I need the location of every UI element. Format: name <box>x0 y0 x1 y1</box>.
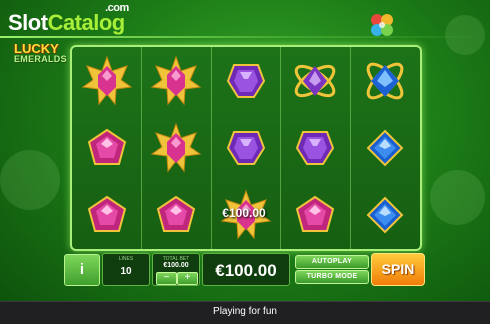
balance-panel: €100.00 <box>202 253 290 286</box>
pink-gem-symbol <box>72 114 141 181</box>
blue-atom-symbol <box>350 47 419 114</box>
spin-button[interactable]: SPIN <box>371 253 425 286</box>
turbo-mode-button[interactable]: TURBO MODE <box>295 270 369 284</box>
status-text: Playing for fun <box>213 306 277 317</box>
game-logo-subtitle: EMERALDS <box>14 54 67 64</box>
atom-symbol <box>281 47 350 114</box>
purple-gem-symbol <box>281 114 350 181</box>
info-button[interactable]: i <box>64 254 100 286</box>
site-logo-suffix: .com <box>105 2 129 14</box>
purple-gem-symbol <box>211 47 280 114</box>
game-logo: LUCKY EMERALDS <box>14 42 67 65</box>
site-logo-main: Slot <box>8 10 48 35</box>
reel-column <box>72 47 142 249</box>
star-symbol <box>72 47 141 114</box>
purple-gem-symbol <box>211 114 280 181</box>
bokeh-light <box>430 170 485 225</box>
pink-gem-symbol <box>72 181 141 248</box>
win-amount-label: €100.00 <box>222 206 266 220</box>
lines-value: 10 <box>120 266 132 277</box>
lines-panel: LINES 10 <box>102 253 150 286</box>
star-symbol <box>142 114 211 181</box>
clover-icon <box>371 14 393 36</box>
total-bet-value: €100.00 <box>163 262 189 269</box>
lines-label: LINES <box>118 256 134 262</box>
reel-grid <box>70 45 422 251</box>
autoplay-button[interactable]: AUTOPLAY <box>295 255 369 269</box>
blue-gem-symbol <box>350 114 419 181</box>
star-symbol <box>142 47 211 114</box>
header-divider <box>0 36 490 38</box>
site-logo[interactable]: SlotCatalog .com <box>8 2 129 36</box>
blue-gem-symbol <box>350 181 419 248</box>
balance-value: €100.00 <box>215 261 277 280</box>
total-bet-panel: TOTAL BET €100.00 − + <box>152 253 200 286</box>
reel-column <box>142 47 212 249</box>
bokeh-light <box>445 15 485 55</box>
bet-increase-button[interactable]: + <box>177 272 198 285</box>
reel-column <box>281 47 351 249</box>
pink-gem-symbol <box>142 181 211 248</box>
bet-decrease-button[interactable]: − <box>156 272 177 285</box>
reel-column <box>350 47 419 249</box>
bokeh-light <box>0 150 60 210</box>
pink-gem-symbol <box>281 181 350 248</box>
